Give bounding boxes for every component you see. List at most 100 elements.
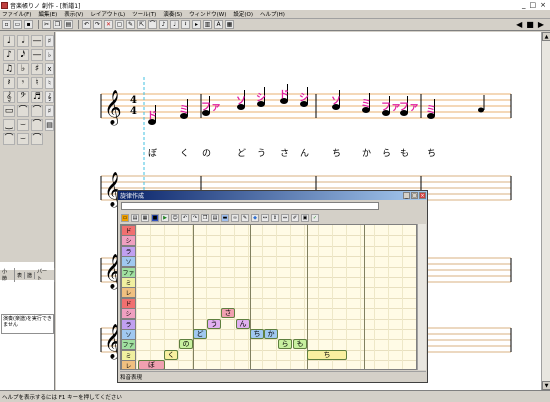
mixer-icon[interactable]: ▥ — [203, 20, 212, 29]
row-label-5[interactable]: ミ — [121, 277, 136, 288]
copy-icon[interactable]: ❐ — [201, 214, 209, 222]
row-label-11[interactable]: ファ — [121, 339, 136, 351]
menu-view[interactable]: 表示(V) — [64, 10, 83, 18]
eraser-icon[interactable]: ✕ — [104, 20, 113, 29]
palette-side-4[interactable]: 𝄞 — [45, 91, 54, 103]
palette-note-13[interactable]: 𝄢 — [17, 91, 29, 103]
palette-note-2[interactable]: — — [31, 35, 43, 47]
palette-note-19[interactable]: ⌣ — [17, 119, 29, 131]
copy-icon[interactable]: ❐ — [53, 20, 62, 29]
palette-note-0[interactable]: ♩ — [3, 35, 15, 47]
grid2-icon[interactable]: ▣ — [301, 214, 309, 222]
menu-edit[interactable]: 編集(E) — [38, 10, 57, 18]
palette-side-2[interactable]: x — [45, 63, 54, 75]
scroll-up-icon[interactable]: ▲ — [542, 32, 550, 41]
palette-note-20[interactable]: ⌒ — [31, 119, 43, 131]
palette-side-0[interactable]: ♯ — [45, 35, 54, 47]
melody-scrollbar[interactable] — [417, 224, 426, 370]
melody-block[interactable]: か — [264, 329, 278, 339]
row-label-1[interactable]: シ — [121, 235, 136, 247]
edit-icon[interactable]: ✐ — [291, 214, 299, 222]
palette-note-7[interactable]: ♭ — [17, 63, 29, 75]
palette-note-17[interactable]: ⌒ — [31, 105, 43, 117]
palette-note-12[interactable]: 𝄞 — [3, 91, 15, 103]
paste-icon[interactable]: ▤ — [64, 20, 73, 29]
row-label-13[interactable]: レ — [121, 360, 136, 369]
arrow-icon[interactable]: ⇱ — [137, 20, 146, 29]
palette-note-4[interactable]: 𝅘𝅥𝅯 — [17, 49, 29, 61]
redo-icon[interactable]: ↷ — [93, 20, 102, 29]
row-label-0[interactable]: ド — [121, 225, 136, 236]
palette-note-21[interactable]: ⌒ — [3, 133, 15, 145]
close-button[interactable]: × — [540, 1, 546, 9]
play-icon[interactable]: ▸ — [192, 20, 201, 29]
palette-note-11[interactable]: ♮ — [31, 77, 43, 89]
rewind-button[interactable]: ◀ — [516, 20, 522, 29]
split-icon[interactable]: ⇔ — [281, 214, 289, 222]
melody-block[interactable]: ら — [278, 339, 292, 350]
melody-maximize-button[interactable]: □ — [411, 192, 418, 199]
row-label-7[interactable]: ド — [121, 297, 136, 309]
palette-note-15[interactable]: ▭ — [3, 105, 15, 117]
palette-note-23[interactable]: ⌒ — [31, 133, 43, 145]
stop-icon[interactable]: ■ — [151, 214, 159, 222]
row-label-8[interactable]: シ — [121, 308, 136, 320]
open-icon[interactable]: ▭ — [121, 214, 129, 222]
palette-note-14[interactable]: ♬ — [31, 91, 43, 103]
palette-note-5[interactable]: — — [31, 49, 43, 61]
open-icon[interactable]: ▭ — [13, 20, 22, 29]
palette-note-16[interactable]: ⌒ — [17, 105, 29, 117]
bars-icon[interactable]: ▬ — [221, 214, 229, 222]
row-label-12[interactable]: ミ — [121, 349, 136, 361]
palette-note-10[interactable]: 𝄾 — [17, 77, 29, 89]
melody-block[interactable]: ど — [193, 329, 207, 339]
play-forward-icon[interactable]: ▶ — [161, 214, 169, 222]
melody-block[interactable]: さ — [221, 308, 235, 319]
melody-close-button[interactable]: × — [419, 192, 426, 199]
melody-block[interactable]: ぼ — [138, 360, 165, 369]
note2-icon[interactable]: ♩ — [170, 20, 179, 29]
rest-icon[interactable]: 𝄽 — [181, 20, 190, 29]
melody-block[interactable]: く — [164, 349, 178, 360]
menu-settings[interactable]: 設定(O) — [233, 10, 253, 18]
row-label-10[interactable]: ソ — [121, 329, 136, 340]
brush-icon[interactable]: ✓ — [311, 214, 319, 222]
menu-window[interactable]: ウィンドウ(W) — [189, 10, 226, 18]
row-label-3[interactable]: ソ — [121, 256, 136, 268]
palette-note-9[interactable]: 𝄽 — [3, 77, 15, 89]
stop-button[interactable]: ■ — [526, 20, 534, 29]
melody-block[interactable]: の — [179, 339, 193, 350]
undo-icon[interactable]: ↶ — [181, 214, 189, 222]
tab-part[interactable]: パート — [35, 268, 55, 282]
palette-note-3[interactable]: ♪ — [3, 49, 15, 61]
palette-note-22[interactable]: ⌣ — [17, 133, 29, 145]
palette-side-3[interactable]: ♮ — [45, 77, 54, 89]
melody-block[interactable]: も — [293, 339, 307, 350]
minimize-button[interactable]: _ — [522, 1, 526, 9]
melody-window-titlebar[interactable]: 旋律作成 _ □ × — [118, 191, 427, 200]
grid-icon[interactable]: ▦ — [141, 214, 149, 222]
redo-icon[interactable]: ↷ — [191, 214, 199, 222]
range-icon[interactable]: ↔ — [261, 214, 269, 222]
menu-help[interactable]: ヘルプ(H) — [260, 10, 285, 18]
row-label-9[interactable]: ラ — [121, 318, 136, 330]
melody-block[interactable]: う — [207, 318, 221, 329]
tab-table[interactable]: 表 — [15, 271, 25, 279]
chain-icon[interactable]: ∞ — [231, 214, 239, 222]
new-icon[interactable]: ▫ — [2, 20, 11, 29]
paste-icon[interactable]: ▤ — [211, 214, 219, 222]
select-icon[interactable]: ▢ — [115, 20, 124, 29]
menu-layout[interactable]: レイアウト(L) — [90, 10, 125, 18]
palette-side-1[interactable]: ♭ — [45, 49, 54, 61]
menu-file[interactable]: ファイル(F) — [2, 10, 31, 18]
maximize-button[interactable]: □ — [530, 1, 537, 9]
play-icon[interactable]: ▤ — [131, 214, 139, 222]
menu-play[interactable]: 演奏(S) — [163, 10, 182, 18]
save-icon[interactable]: ▪ — [24, 20, 33, 29]
palette-note-1[interactable]: 𝅗𝅥 — [17, 35, 29, 47]
note-icon[interactable]: ♪ — [159, 20, 168, 29]
cut-icon[interactable]: ✂ — [42, 20, 51, 29]
pencil-icon[interactable]: ✎ — [241, 214, 249, 222]
melody-block[interactable]: ち — [250, 329, 264, 339]
melody-block[interactable]: ん — [236, 318, 250, 329]
